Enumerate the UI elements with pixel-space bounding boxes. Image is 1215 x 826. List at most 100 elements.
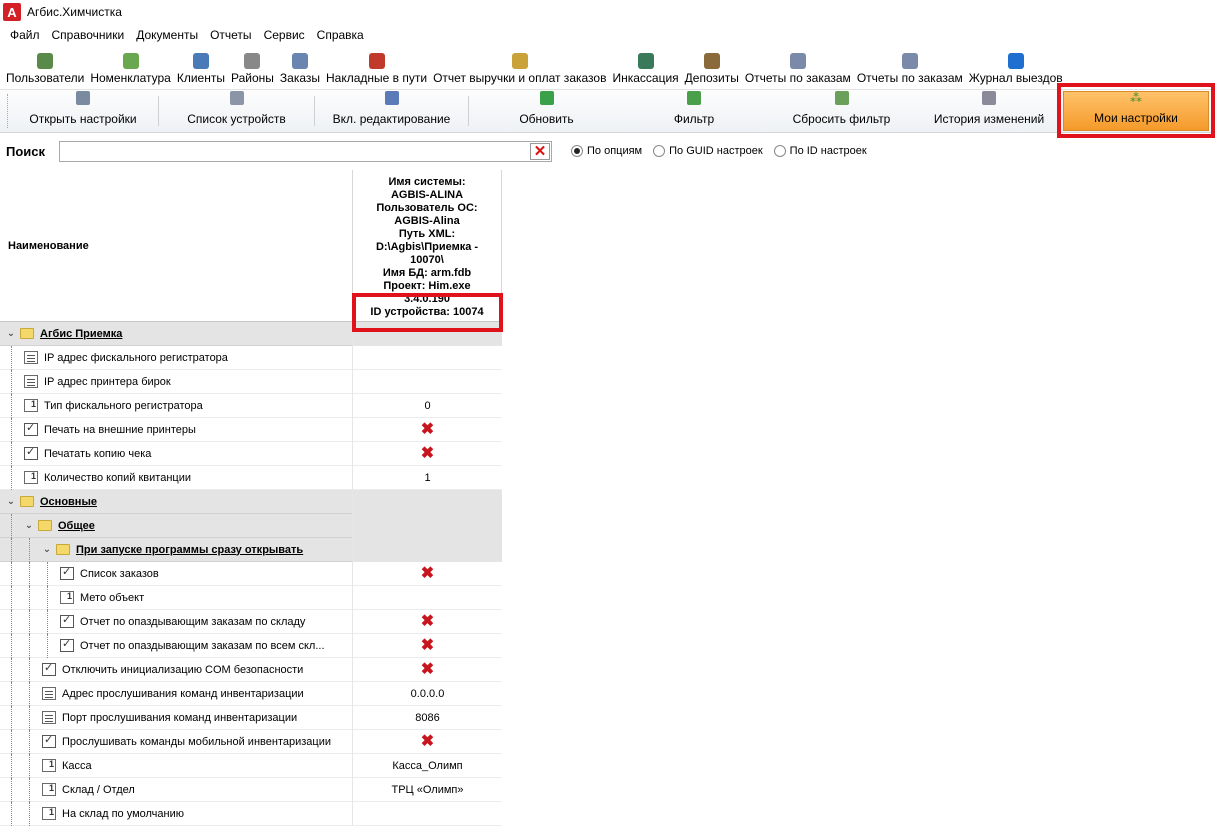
- setting-row[interactable]: Тип фискального регистратора 0: [0, 393, 502, 418]
- setting-row[interactable]: Склад / Отдел ТРЦ «Олимп»: [0, 777, 502, 802]
- radio-indicator[interactable]: [571, 145, 583, 157]
- setting-value-cell[interactable]: ✖: [352, 633, 502, 658]
- search-mode-radio-0[interactable]: По опциям: [571, 145, 642, 157]
- menu-item-2[interactable]: Документы: [130, 28, 204, 42]
- setting-value-cell[interactable]: ✖: [352, 729, 502, 754]
- tree-connector: [29, 729, 30, 754]
- settings-toolbar-button-1[interactable]: Список устройств: [159, 90, 314, 132]
- setting-value-cell[interactable]: 0: [352, 393, 502, 418]
- tree-group-row[interactable]: ⌄ Основные: [0, 489, 502, 514]
- setting-row[interactable]: Отключить инициализацию COM безопасности…: [0, 657, 502, 682]
- toolbar-button-11[interactable]: Журнал выездов: [966, 47, 1066, 89]
- group-label: Агбис Приемка: [40, 327, 123, 340]
- toolbar-button-0[interactable]: Пользователи: [3, 47, 87, 89]
- setting-row[interactable]: Печатать копию чека ✖: [0, 441, 502, 466]
- settings-toolbar-button-3[interactable]: Обновить: [469, 90, 624, 132]
- toolbar-button-3[interactable]: Районы: [228, 47, 277, 89]
- setting-name-cell: Прослушивать команды мобильной инвентари…: [0, 729, 352, 754]
- setting-row[interactable]: Прослушивать команды мобильной инвентари…: [0, 729, 502, 754]
- setting-name-cell: Отчет по опаздывающим заказам по складу: [0, 609, 352, 634]
- setting-value-cell[interactable]: ТРЦ «Олимп»: [352, 777, 502, 802]
- setting-value-cell[interactable]: ✖: [352, 441, 502, 466]
- tree-group-row[interactable]: ⌄ При запуске программы сразу открывать: [0, 537, 502, 562]
- my-settings-button[interactable]: ⁂ Мои настройки: [1063, 91, 1209, 131]
- setting-value-cell[interactable]: [352, 321, 502, 346]
- setting-value-cell[interactable]: ✖: [352, 561, 502, 586]
- chevron-down-icon[interactable]: ⌄: [24, 520, 34, 531]
- column-header-device[interactable]: Имя системы: AGBIS-ALINA Пользователь ОС: A…: [352, 170, 502, 322]
- tree-connector: [11, 369, 12, 394]
- districts-icon: [244, 53, 261, 69]
- filter-reset-icon: [834, 91, 849, 105]
- setting-row[interactable]: IP адрес фискального регистратора: [0, 345, 502, 370]
- setting-value-cell[interactable]: ✖: [352, 609, 502, 634]
- setting-name-cell: Тип фискального регистратора: [0, 393, 352, 418]
- toolbar-button-1[interactable]: Номенклатура: [87, 47, 174, 89]
- setting-value-cell[interactable]: 8086: [352, 705, 502, 730]
- setting-value-cell[interactable]: [352, 801, 502, 826]
- setting-value-cell[interactable]: [352, 537, 502, 562]
- setting-value-cell[interactable]: Касса_Олимп: [352, 753, 502, 778]
- setting-row[interactable]: Порт прослушивания команд инвентаризации…: [0, 705, 502, 730]
- menu-item-1[interactable]: Справочники: [46, 28, 131, 42]
- settings-toolbar-button-4[interactable]: Фильтр: [624, 90, 764, 132]
- settings-toolbar-button-2[interactable]: Вкл. редактирование: [315, 90, 468, 132]
- chevron-down-icon[interactable]: ⌄: [42, 544, 52, 555]
- menu-item-0[interactable]: Файл: [4, 28, 46, 42]
- toolbar-button-4[interactable]: Заказы: [277, 47, 323, 89]
- clear-search-button[interactable]: ✕: [530, 142, 550, 160]
- radio-indicator[interactable]: [773, 145, 786, 157]
- tree-group-row[interactable]: ⌄ Общее: [0, 513, 502, 538]
- chevron-down-icon[interactable]: ⌄: [6, 328, 16, 339]
- search-mode-radio-1[interactable]: По GUID настроек: [653, 145, 763, 157]
- setting-value-cell[interactable]: [352, 513, 502, 538]
- tree-group-row[interactable]: ⌄ Агбис Приемка: [0, 321, 502, 346]
- settings-toolbar-button-6[interactable]: История изменений: [919, 90, 1059, 132]
- tree-connector: [11, 777, 12, 802]
- setting-value-cell[interactable]: ✖: [352, 417, 502, 442]
- toolbar-button-8[interactable]: Депозиты: [682, 47, 742, 89]
- setting-value-cell[interactable]: 0.0.0.0: [352, 681, 502, 706]
- setting-row[interactable]: Отчет по опаздывающим заказам по всем ск…: [0, 633, 502, 658]
- false-x-icon: ✖: [420, 660, 435, 678]
- setting-row[interactable]: На склад по умолчанию: [0, 801, 502, 826]
- tree-connector: [11, 609, 12, 634]
- setting-row[interactable]: Мето объект: [0, 585, 502, 610]
- toolbar-button-10[interactable]: Отчеты по заказам: [854, 47, 966, 89]
- setting-row[interactable]: Количество копий квитанции 1: [0, 465, 502, 490]
- toolbar-button-7[interactable]: Инкассация: [609, 47, 681, 89]
- setting-row[interactable]: Список заказов ✖: [0, 561, 502, 586]
- tree-connector: [11, 753, 12, 778]
- device-header-line: AGBIS-ALINA: [390, 189, 464, 201]
- setting-value-cell[interactable]: [352, 369, 502, 394]
- setting-row[interactable]: Касса Касса_Олимп: [0, 753, 502, 778]
- toolbar-button-5[interactable]: Накладные в пути: [323, 47, 430, 89]
- column-header-name[interactable]: Наименование: [8, 240, 89, 252]
- setting-value-cell[interactable]: ✖: [352, 657, 502, 682]
- setting-value-cell[interactable]: 1: [352, 465, 502, 490]
- setting-value-cell[interactable]: [352, 345, 502, 370]
- setting-row[interactable]: Отчет по опаздывающим заказам по складу ✖: [0, 609, 502, 634]
- toolbar-button-label: Накладные в пути: [326, 71, 428, 85]
- setting-value-cell[interactable]: [352, 585, 502, 610]
- toolbar-grip[interactable]: [0, 94, 8, 128]
- window-title: Агбис.Химчистка: [27, 5, 122, 19]
- menu-item-4[interactable]: Сервис: [258, 28, 311, 42]
- radio-indicator[interactable]: [653, 145, 666, 157]
- setting-value-cell[interactable]: [352, 489, 502, 514]
- settings-toolbar-button-0[interactable]: Открыть настройки: [8, 90, 158, 132]
- setting-row[interactable]: Адрес прослушивания команд инвентаризаци…: [0, 681, 502, 706]
- search-mode-radio-2[interactable]: По ID настроек: [773, 145, 867, 157]
- setting-row[interactable]: IP адрес принтера бирок: [0, 369, 502, 394]
- menu-item-5[interactable]: Справка: [311, 28, 370, 42]
- search-input[interactable]: ✕: [59, 140, 552, 162]
- setting-row[interactable]: Печать на внешние принтеры ✖: [0, 417, 502, 442]
- toolbar-button-9[interactable]: Отчеты по заказам: [742, 47, 854, 89]
- toolbar-button-2[interactable]: Клиенты: [174, 47, 228, 89]
- tree-connector: [29, 657, 30, 682]
- chevron-down-icon[interactable]: ⌄: [6, 496, 16, 507]
- menu-item-3[interactable]: Отчеты: [204, 28, 257, 42]
- list-property-icon: [42, 687, 56, 700]
- settings-toolbar-button-5[interactable]: Сбросить фильтр: [764, 90, 919, 132]
- toolbar-button-6[interactable]: Отчет выручки и оплат заказов: [430, 47, 609, 89]
